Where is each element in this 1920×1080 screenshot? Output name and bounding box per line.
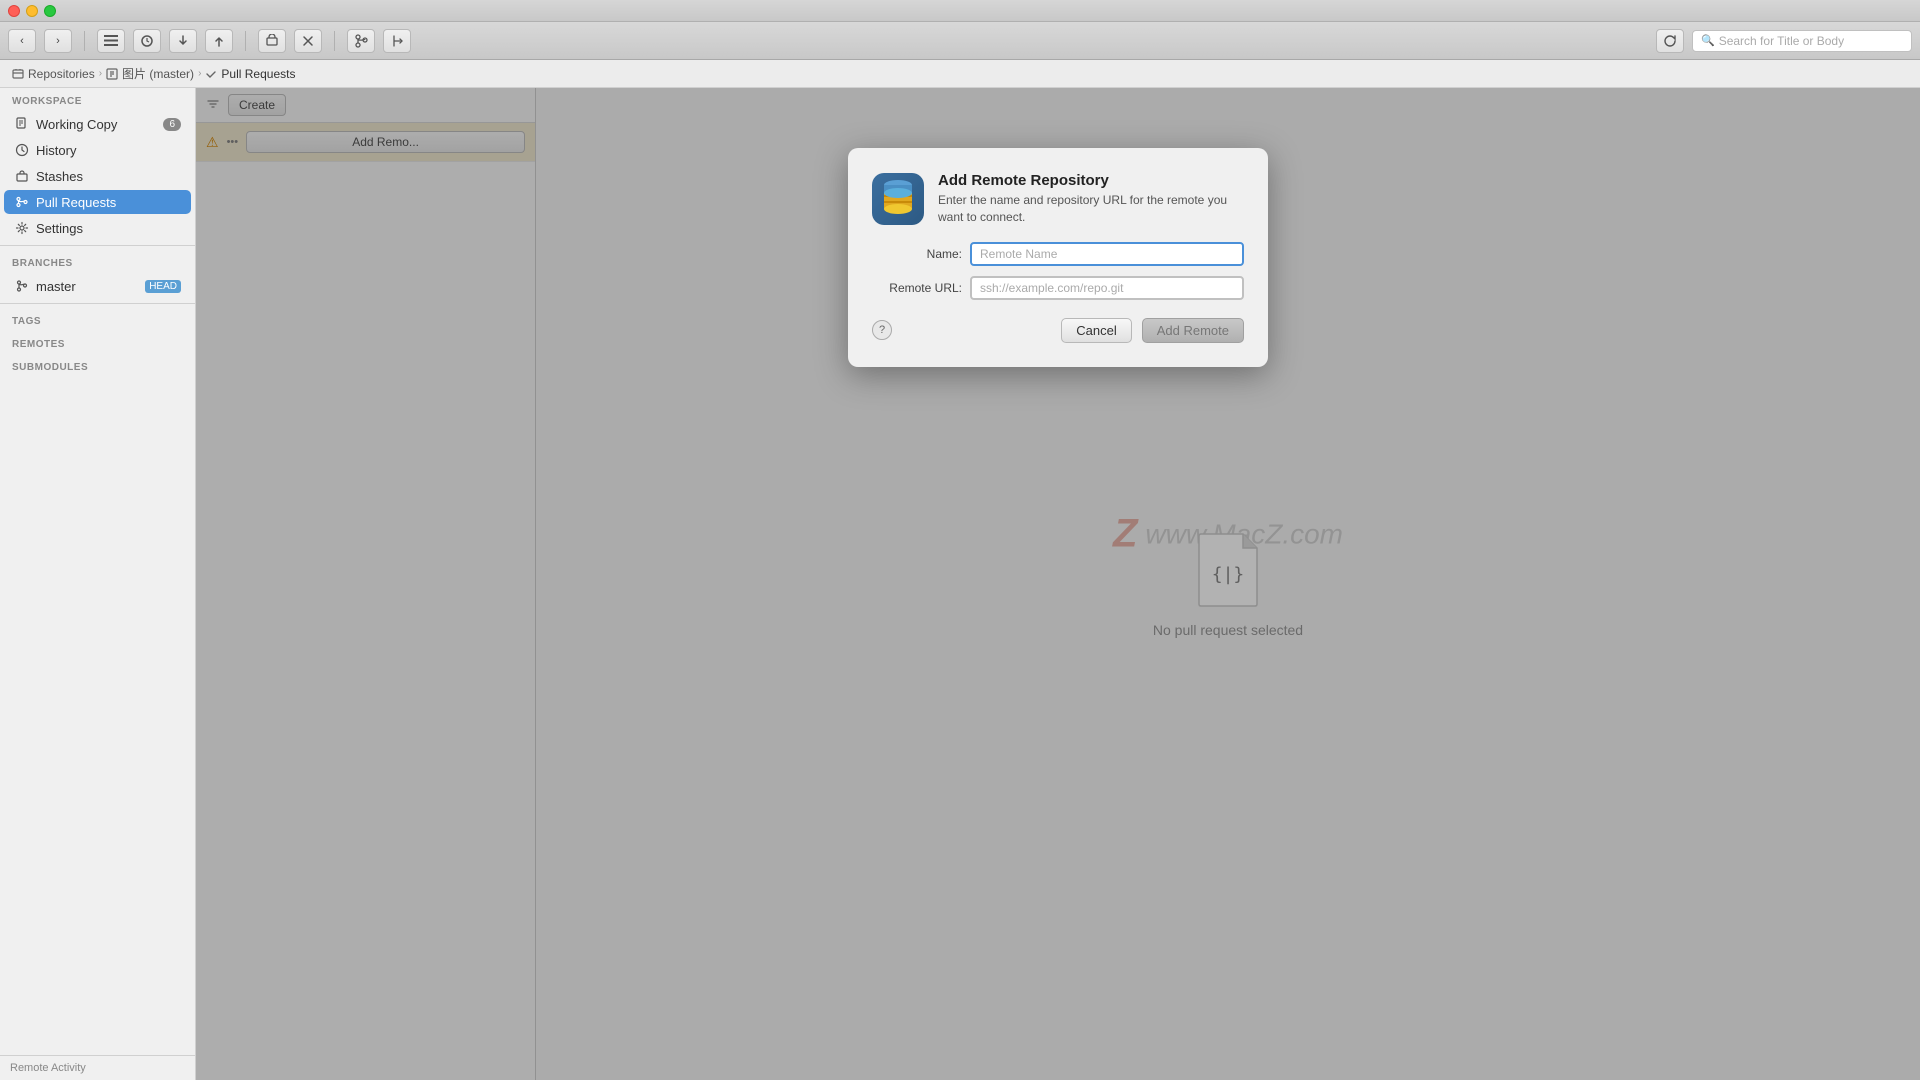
traffic-lights [8, 5, 56, 17]
search-placeholder: Search for Title or Body [1719, 34, 1844, 48]
tags-section-label: Tags [0, 308, 195, 331]
app-icon [872, 173, 924, 225]
add-remote-modal: Add Remote Repository Enter the name and… [848, 148, 1268, 367]
modal-subtitle: Enter the name and repository URL for th… [938, 192, 1244, 226]
breadcrumb-sep-2: › [198, 68, 201, 79]
branch-icon [14, 278, 30, 294]
fetch-button[interactable] [133, 29, 161, 53]
modal-title: Add Remote Repository [938, 172, 1244, 189]
search-bar[interactable]: 🔍 Search for Title or Body [1692, 30, 1912, 52]
stashes-label: Stashes [36, 169, 181, 184]
modal-actions: Cancel Add Remote [1061, 318, 1244, 343]
breadcrumb-sep-1: › [99, 68, 102, 79]
sidebar-item-working-copy[interactable]: Working Copy 6 [4, 112, 191, 136]
remote-activity-footer: Remote Activity [0, 1055, 195, 1080]
stash-button[interactable] [258, 29, 286, 53]
maximize-button[interactable] [44, 5, 56, 17]
modal-footer: ? Cancel Add Remote [872, 318, 1244, 343]
settings-icon [14, 220, 30, 236]
sidebar: Workspace Working Copy 6 History Stashes [0, 88, 196, 1080]
sidebar-divider-1 [0, 245, 195, 246]
toolbar-separator-1 [84, 31, 85, 51]
name-label: Name: [872, 247, 962, 261]
cancel-button[interactable]: Cancel [1061, 318, 1131, 343]
close-button[interactable] [8, 5, 20, 17]
minimize-button[interactable] [26, 5, 38, 17]
working-copy-icon [14, 116, 30, 132]
history-label: History [36, 143, 181, 158]
name-input[interactable] [970, 242, 1244, 266]
add-remote-submit-button[interactable]: Add Remote [1142, 318, 1244, 343]
help-button[interactable]: ? [872, 320, 892, 340]
toolbar: ‹ › 🔍 Search for Title or Body [0, 22, 1920, 60]
history-icon [14, 142, 30, 158]
push-button[interactable] [205, 29, 233, 53]
master-label: master [36, 279, 139, 294]
breadcrumb-repositories[interactable]: Repositories [12, 67, 95, 81]
url-row: Remote URL: [872, 276, 1244, 300]
breadcrumb-repo[interactable]: 图片 (master) [106, 65, 194, 82]
pull-requests-label: Pull Requests [36, 195, 181, 210]
workspace-section-label: Workspace [0, 88, 195, 111]
merge-button[interactable] [383, 29, 411, 53]
sidebar-item-master[interactable]: master HEAD [4, 274, 191, 298]
main-layout: Workspace Working Copy 6 History Stashes [0, 88, 1920, 1080]
sidebar-item-history[interactable]: History [4, 138, 191, 162]
modal-form: Name: Remote URL: [872, 242, 1244, 300]
pull-button[interactable] [169, 29, 197, 53]
title-bar [0, 0, 1920, 22]
name-row: Name: [872, 242, 1244, 266]
submodules-section-label: Submodules [0, 354, 195, 377]
breadcrumb: Repositories › 图片 (master) › Pull Reques… [0, 60, 1920, 88]
sidebar-item-stashes[interactable]: Stashes [4, 164, 191, 188]
modal-header-text: Add Remote Repository Enter the name and… [938, 172, 1244, 226]
breadcrumb-current: Pull Requests [205, 67, 295, 81]
pull-requests-icon [14, 194, 30, 210]
sidebar-item-pull-requests[interactable]: Pull Requests [4, 190, 191, 214]
stashes-icon [14, 168, 30, 184]
url-input[interactable] [970, 276, 1244, 300]
settings-label: Settings [36, 221, 181, 236]
working-copy-badge: 6 [163, 118, 181, 131]
toolbar-separator-3 [334, 31, 335, 51]
discard-button[interactable] [294, 29, 322, 53]
sidebar-divider-2 [0, 303, 195, 304]
refresh-button[interactable] [1656, 29, 1684, 53]
modal-overlay: Add Remote Repository Enter the name and… [196, 88, 1920, 1080]
sidebar-item-settings[interactable]: Settings [4, 216, 191, 240]
url-label: Remote URL: [872, 281, 962, 295]
toolbar-separator-2 [245, 31, 246, 51]
branch-button[interactable] [347, 29, 375, 53]
head-badge: HEAD [145, 280, 181, 293]
modal-header: Add Remote Repository Enter the name and… [872, 172, 1244, 226]
back-button[interactable]: ‹ [8, 29, 36, 53]
remotes-section-label: Remotes [0, 331, 195, 354]
search-icon: 🔍 [1701, 34, 1715, 47]
forward-button[interactable]: › [44, 29, 72, 53]
working-copy-label: Working Copy [36, 117, 157, 132]
sidebar-toggle-button[interactable] [97, 29, 125, 53]
branches-section-label: Branches [0, 250, 195, 273]
